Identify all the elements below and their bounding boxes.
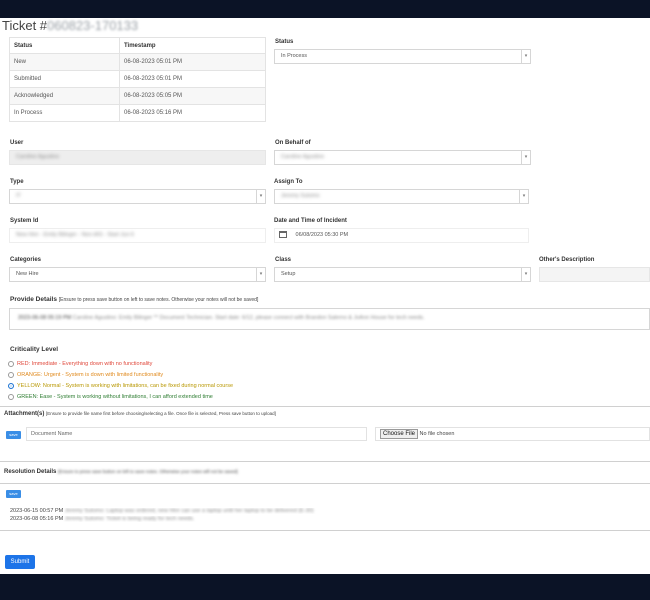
- datetime-label: Date and Time of Incident: [274, 218, 347, 224]
- chevron-down-icon: ▾: [521, 50, 530, 63]
- status-cell: Submitted: [9, 70, 120, 88]
- submit-button[interactable]: Submit: [5, 555, 35, 569]
- criticality-option-green[interactable]: GREEN: Ease - System is working without …: [8, 394, 213, 400]
- column-header-timestamp: Timestamp: [119, 37, 266, 54]
- status-select[interactable]: In Process ▾: [274, 49, 531, 64]
- radio-button[interactable]: [8, 372, 14, 378]
- table-row: Submitted 06-08-2023 05:01 PM: [9, 70, 266, 88]
- resolution-entry: 2023-06-15 00:57 PM Jeremy Sutomo: Lapto…: [10, 508, 630, 514]
- provide-details-label: Provide Details: [10, 296, 57, 303]
- window-bottom-bar: [0, 574, 650, 600]
- timestamp-cell: 06-08-2023 05:05 PM: [119, 87, 266, 105]
- assign-to-value: Jeremy Sutomo: [281, 193, 320, 199]
- class-label: Class: [275, 257, 292, 263]
- file-status: No file chosen: [419, 431, 455, 437]
- provide-details-prefix: 2023-06-08 05:19 PM: [18, 315, 72, 321]
- resolution-entry: 2023-06-08 05:16 PM Jeremy Sutomo: Ticke…: [10, 516, 630, 522]
- type-label: Type: [10, 179, 24, 185]
- assign-to-select[interactable]: Jeremy Sutomo ▾: [274, 189, 529, 204]
- column-header-status: Status: [9, 37, 120, 54]
- categories-select[interactable]: New Hire ▾: [9, 267, 266, 282]
- calendar-icon[interactable]: [279, 231, 287, 239]
- attachments-label: Attachment(s): [4, 411, 45, 417]
- categories-label: Categories: [10, 257, 42, 263]
- other-description-field[interactable]: [539, 267, 650, 282]
- chevron-down-icon: ▾: [256, 190, 265, 203]
- timestamp-cell: 06-08-2023 05:01 PM: [119, 53, 266, 71]
- ticket-page: Ticket #060823-170133 Status Timestamp N…: [0, 18, 650, 574]
- class-select[interactable]: Setup ▾: [274, 267, 531, 282]
- table-header-row: Status Timestamp: [9, 37, 266, 54]
- system-id-label: System Id: [10, 218, 39, 224]
- status-cell: Acknowledged: [9, 87, 120, 105]
- on-behalf-value: Caroline Agustino: [281, 154, 325, 160]
- status-cell: In Process: [9, 104, 120, 122]
- radio-button-selected[interactable]: [8, 383, 14, 389]
- resolution-label: Resolution Details: [4, 469, 57, 475]
- provide-details-textarea[interactable]: 2023-06-08 05:19 PM Caroline Agustino: E…: [9, 308, 650, 330]
- table-row: In Process 06-08-2023 05:16 PM: [9, 104, 266, 122]
- resolution-save-button[interactable]: save: [6, 490, 21, 498]
- table-row: Acknowledged 06-08-2023 05:05 PM: [9, 87, 266, 105]
- attachment-save-button[interactable]: save: [6, 431, 21, 439]
- on-behalf-label: On Behalf of: [275, 140, 311, 146]
- criticality-option-label: YELLOW: Normal - System is working with …: [17, 383, 234, 389]
- user-label: User: [10, 140, 24, 146]
- categories-value: New Hire: [16, 271, 39, 277]
- resolution-section: save 2023-06-15 00:57 PM Jeremy Sutomo: …: [0, 483, 650, 531]
- resolution-hint: [Ensure to press save button on left to …: [58, 469, 238, 474]
- criticality-option-label: GREEN: Ease - System is working without …: [17, 394, 213, 400]
- resolution-entry-timestamp: 2023-06-08 05:16 PM: [10, 516, 64, 522]
- class-value: Setup: [281, 271, 296, 277]
- assign-to-label: Assign To: [274, 179, 303, 185]
- chevron-down-icon: ▾: [521, 151, 530, 164]
- user-value: Caroline Agustino: [16, 154, 60, 160]
- criticality-option-red[interactable]: RED: Immediate - Everything down with no…: [8, 361, 152, 367]
- criticality-label: Criticality Level: [10, 346, 59, 353]
- system-id-field[interactable]: New Hire - Emily Bilinger - Non-IAS - St…: [9, 228, 266, 243]
- timestamp-cell: 06-08-2023 05:16 PM: [119, 104, 266, 122]
- criticality-option-label: ORANGE: Urgent - System is down with lim…: [17, 372, 164, 378]
- choose-file-button[interactable]: Choose File: [380, 429, 419, 439]
- provide-details-header: Provide Details [Ensure to press save bu…: [10, 296, 258, 303]
- criticality-option-label: RED: Immediate - Everything down with no…: [17, 361, 153, 367]
- status-label: Status: [275, 39, 294, 45]
- other-description-label: Other's Description: [539, 257, 595, 263]
- datetime-value: 06/08/2023 05:30 PM: [295, 232, 349, 238]
- status-cell: New: [9, 53, 120, 71]
- chevron-down-icon: ▾: [521, 268, 530, 281]
- provide-details-hint: [Ensure to press save button on left to …: [58, 297, 259, 303]
- system-id-value: New Hire - Emily Bilinger - Non-IAS - St…: [16, 232, 134, 238]
- chevron-down-icon: ▾: [256, 268, 265, 281]
- type-value: IT: [16, 193, 21, 199]
- user-field: Caroline Agustino: [9, 150, 266, 165]
- attachments-section: Attachment(s) [Ensure to provide file na…: [0, 406, 650, 462]
- status-value: In Process: [281, 53, 307, 59]
- datetime-field[interactable]: 06/08/2023 05:30 PM: [274, 228, 529, 243]
- criticality-option-orange[interactable]: ORANGE: Urgent - System is down with lim…: [8, 372, 163, 378]
- on-behalf-select[interactable]: Caroline Agustino ▾: [274, 150, 531, 165]
- resolution-entry-timestamp: 2023-06-15 00:57 PM: [10, 508, 64, 514]
- table-row: New 06-08-2023 05:01 PM: [9, 53, 266, 71]
- radio-button[interactable]: [8, 394, 14, 400]
- chevron-down-icon: ▾: [519, 190, 528, 203]
- timestamp-cell: 06-08-2023 05:01 PM: [119, 70, 266, 88]
- provide-details-text: Caroline Agustino: Emily Bilinger ** Doc…: [72, 315, 425, 321]
- ticket-id: 060823-170133: [47, 18, 139, 33]
- resolution-entry-text: Jeremy Sutomo: Ticket is being ready for…: [64, 516, 195, 522]
- resolution-entry-text: Jeremy Sutomo: Laptop was ordered, new H…: [64, 508, 314, 514]
- document-name-input[interactable]: Document Name: [26, 427, 367, 441]
- attachments-hint: [Ensure to provide file name first befor…: [46, 411, 276, 416]
- attachments-header: Attachment(s) [Ensure to provide file na…: [4, 411, 276, 417]
- radio-button[interactable]: [8, 361, 14, 367]
- criticality-option-yellow[interactable]: YELLOW: Normal - System is working with …: [8, 383, 233, 389]
- status-history-table: Status Timestamp New 06-08-2023 05:01 PM…: [9, 37, 266, 122]
- type-select[interactable]: IT ▾: [9, 189, 266, 204]
- file-input[interactable]: Choose File No file chosen: [375, 427, 650, 441]
- ticket-title-prefix: Ticket #: [2, 18, 48, 33]
- page-title: Ticket #060823-170133: [2, 18, 138, 33]
- resolution-header: Resolution Details [Ensure to press save…: [4, 469, 238, 475]
